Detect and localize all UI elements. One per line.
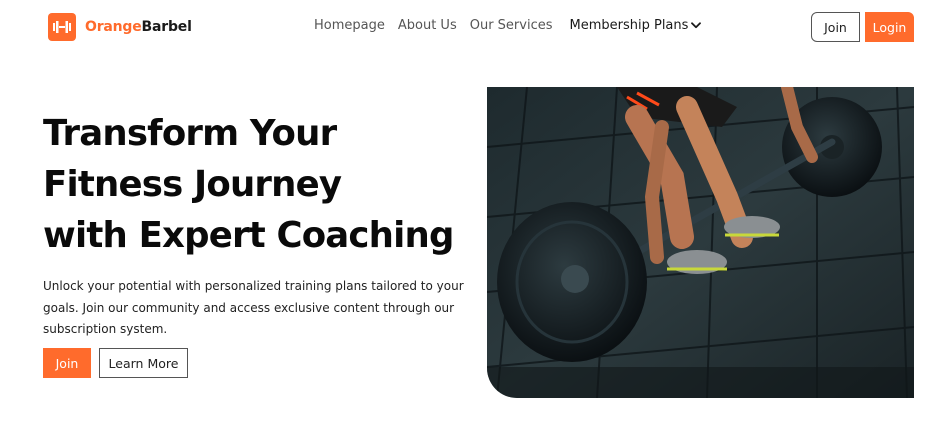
site-header: OrangeBarbel Homepage About Us Our Servi… xyxy=(0,0,952,54)
brand-name-part2: Barbel xyxy=(141,19,192,35)
hero-description: Unlock your potential with personalized … xyxy=(43,279,464,336)
header-join-button[interactable]: Join xyxy=(811,12,860,42)
hero-title: Transform Your Fitness Journey with Expe… xyxy=(43,108,473,261)
nav-item-our-services[interactable]: Our Services xyxy=(470,18,553,33)
main-nav: Homepage About Us Our Services Membershi… xyxy=(314,18,702,33)
chevron-down-icon xyxy=(691,22,702,29)
hero-title-line-1: Transform Your xyxy=(43,113,337,154)
brand-logo[interactable]: OrangeBarbel xyxy=(48,13,192,41)
hero-image-weightlifter xyxy=(487,87,914,398)
nav-item-homepage[interactable]: Homepage xyxy=(314,18,385,33)
nav-dropdown-membership-plans[interactable]: Membership Plans xyxy=(570,18,702,33)
hero-title-line-2: Fitness Journey xyxy=(43,164,342,205)
hero-join-button[interactable]: Join xyxy=(43,348,91,378)
barbell-icon xyxy=(48,13,76,41)
brand-name-part1: Orange xyxy=(85,19,142,35)
weightlifter-photo xyxy=(487,87,914,398)
hero-learn-more-button[interactable]: Learn More xyxy=(99,348,188,378)
nav-item-about-us[interactable]: About Us xyxy=(398,18,457,33)
nav-dropdown-label: Membership Plans xyxy=(569,18,689,33)
hero-title-line-3: with Expert Coaching xyxy=(43,215,454,256)
brand-name: OrangeBarbel xyxy=(85,19,192,35)
header-login-button[interactable]: Login xyxy=(865,12,914,42)
